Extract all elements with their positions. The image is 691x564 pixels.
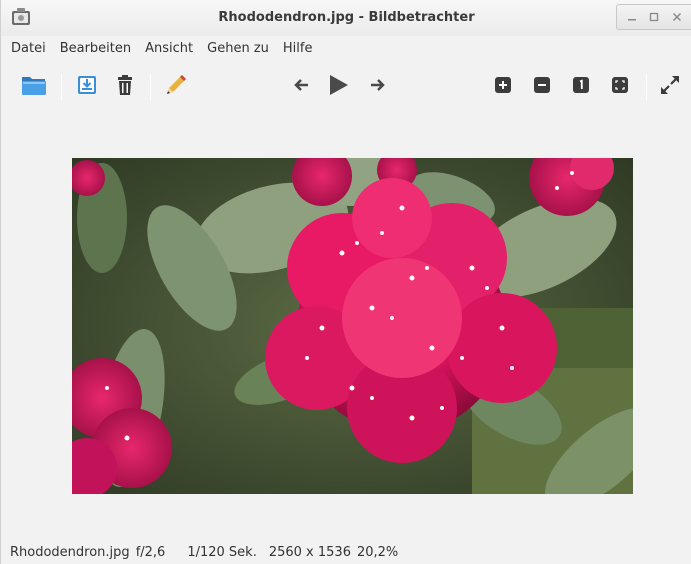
- menu-ansicht[interactable]: Ansicht: [138, 41, 200, 56]
- edit-button[interactable]: [161, 72, 191, 102]
- zoom-original-icon: [572, 76, 590, 98]
- status-filename: Rhododendron.jpg: [10, 544, 130, 560]
- window-title: Rhododendron.jpg - Bildbetrachter: [218, 10, 475, 25]
- rhododendron-photo: [72, 158, 633, 494]
- arrow-left-icon: [292, 77, 310, 97]
- folder-open-icon: [20, 72, 48, 102]
- zoom-original-button[interactable]: [566, 72, 596, 102]
- menu-hilfe[interactable]: Hilfe: [276, 41, 320, 56]
- slideshow-button[interactable]: [323, 72, 353, 102]
- zoom-out-button[interactable]: [527, 72, 557, 102]
- save-button[interactable]: [72, 72, 102, 102]
- minimize-button[interactable]: [623, 8, 641, 26]
- zoom-in-button[interactable]: [488, 72, 518, 102]
- menu-gehen-zu[interactable]: Gehen zu: [200, 41, 276, 56]
- image-viewer-window: Rhododendron.jpg - Bildbetrachter Datei …: [0, 0, 691, 564]
- zoom-fit-button[interactable]: [605, 72, 635, 102]
- window-controls: [616, 4, 691, 30]
- menu-bearbeiten[interactable]: Bearbeiten: [53, 41, 138, 56]
- delete-button[interactable]: [110, 72, 140, 102]
- next-button[interactable]: [363, 72, 393, 102]
- toolbar: [1, 62, 691, 112]
- status-exposure: 1/120 Sek.: [187, 544, 257, 560]
- menu-datei[interactable]: Datei: [9, 41, 53, 56]
- maximize-button[interactable]: [645, 8, 663, 26]
- fullscreen-button[interactable]: [655, 72, 685, 102]
- status-aperture: f/2,6: [135, 544, 166, 560]
- zoom-in-icon: [494, 76, 512, 98]
- trash-icon: [115, 74, 135, 100]
- zoom-out-icon: [533, 76, 551, 98]
- status-dimensions: 2560 x 1536: [268, 544, 351, 560]
- close-button[interactable]: [668, 8, 686, 26]
- title-bar[interactable]: Rhododendron.jpg - Bildbetrachter: [1, 0, 691, 36]
- arrow-right-icon: [369, 77, 387, 97]
- open-button[interactable]: [19, 72, 49, 102]
- toolbar-separator: [646, 74, 647, 100]
- previous-button[interactable]: [286, 72, 316, 102]
- zoom-fit-icon: [611, 76, 629, 98]
- image-view[interactable]: [1, 112, 691, 540]
- save-icon: [76, 74, 98, 100]
- status-zoom: 20,2%: [356, 544, 399, 560]
- toolbar-separator: [150, 74, 151, 100]
- status-bar: Rhododendron.jpg f/2,6 1/120 Sek. 2560 x…: [1, 540, 691, 564]
- pencil-icon: [163, 72, 189, 102]
- play-icon: [325, 72, 351, 102]
- fullscreen-icon: [658, 73, 682, 101]
- toolbar-separator: [61, 74, 62, 100]
- menu-bar: Datei Bearbeiten Ansicht Gehen zu Hilfe: [1, 36, 691, 60]
